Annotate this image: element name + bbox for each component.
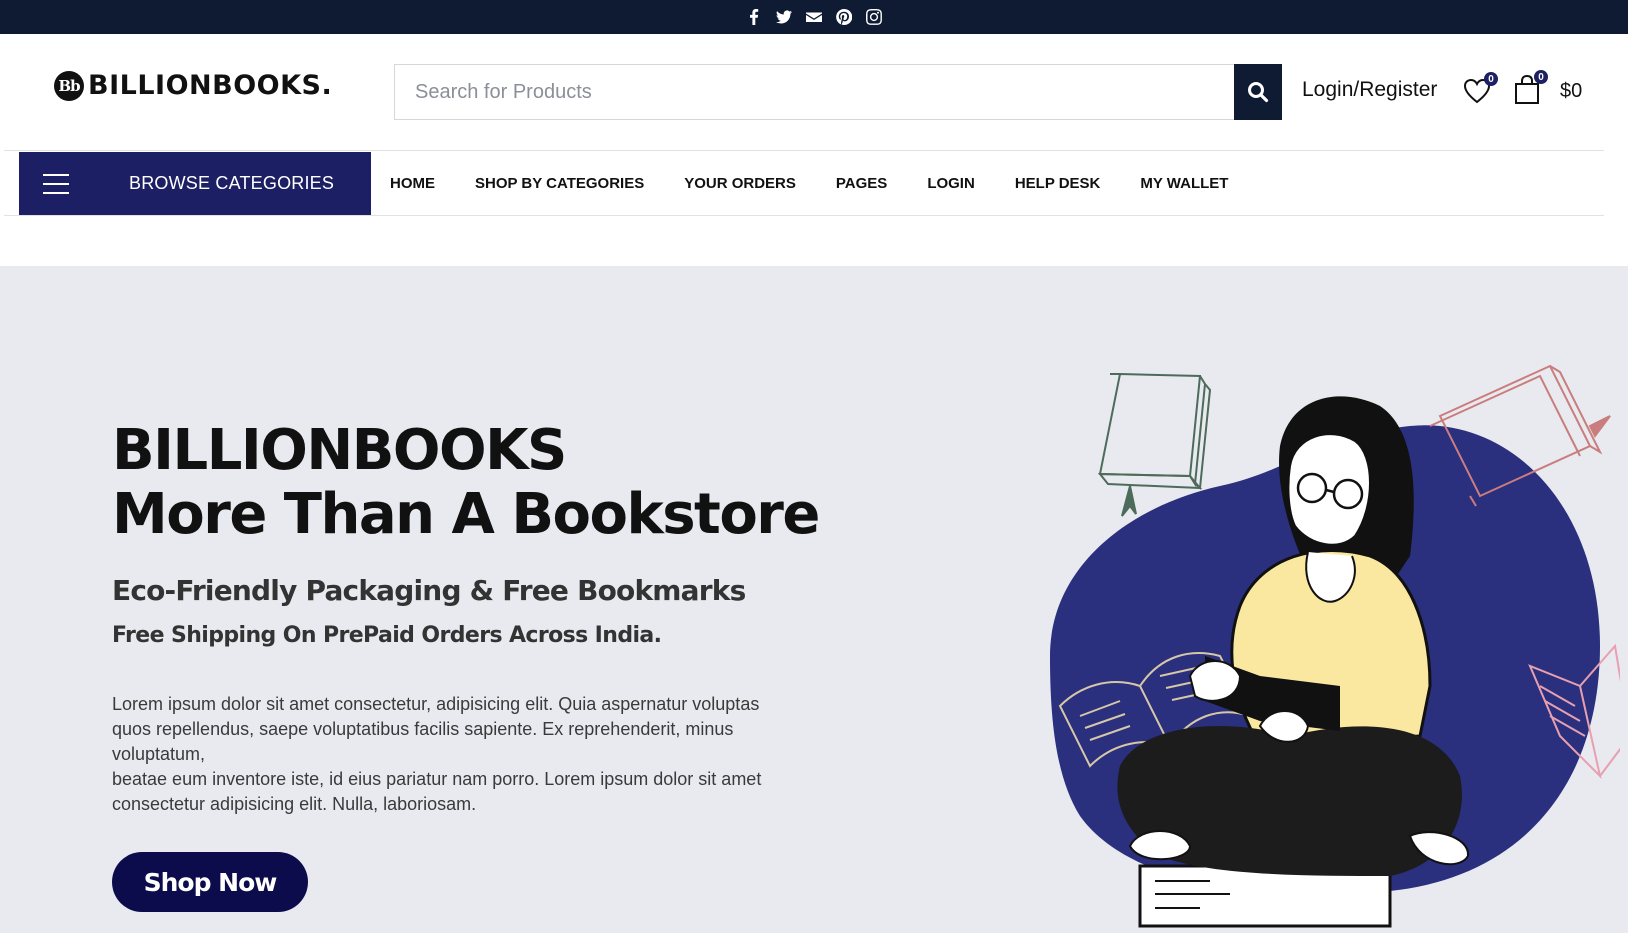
nav-shop-by-categories[interactable]: SHOP BY CATEGORIES	[475, 175, 644, 192]
nav-menu: HOME SHOP BY CATEGORIES YOUR ORDERS PAGE…	[390, 151, 1268, 215]
search-bar	[394, 64, 1282, 120]
hero-description: Lorem ipsum dolor sit amet consectetur, …	[112, 692, 802, 817]
menu-icon	[43, 173, 69, 194]
hero-subtitle: Eco-Friendly Packaging & Free Bookmarks	[112, 574, 746, 607]
hero-title: BILLIONBOOKS More Than A Bookstore	[112, 418, 820, 547]
hero-title-line1: BILLIONBOOKS	[112, 418, 567, 483]
wishlist-count-badge: 0	[1484, 72, 1498, 86]
nav-login[interactable]: LOGIN	[927, 175, 975, 192]
hero-description-line2: beatae eum inventore iste, id eius paria…	[112, 769, 762, 814]
search-input[interactable]	[394, 64, 1234, 120]
logo-mark: Bb	[54, 70, 84, 101]
hero-shipping-note: Free Shipping On PrePaid Orders Across I…	[112, 623, 662, 648]
site-header: Bb BILLIONBOOKS. Login/Register 0 0 $0	[0, 34, 1628, 150]
hero-description-line1: Lorem ipsum dolor sit amet consectetur, …	[112, 694, 760, 764]
email-icon[interactable]	[805, 8, 823, 26]
shop-now-button[interactable]: Shop Now	[112, 852, 308, 912]
cart-button[interactable]: 0	[1512, 70, 1548, 106]
cart-count-badge: 0	[1534, 70, 1548, 84]
nav-my-wallet[interactable]: MY WALLET	[1140, 175, 1228, 192]
browse-categories-button[interactable]: BROWSE CATEGORIES	[19, 152, 371, 215]
twitter-icon[interactable]	[775, 8, 793, 26]
face-shape	[1287, 433, 1371, 546]
instagram-icon[interactable]	[865, 8, 883, 26]
facebook-icon[interactable]	[745, 8, 763, 26]
nav-your-orders[interactable]: YOUR ORDERS	[684, 175, 796, 192]
search-icon	[1248, 82, 1269, 103]
nav-home[interactable]: HOME	[390, 175, 435, 192]
left-hand	[1188, 660, 1242, 702]
search-button[interactable]	[1234, 64, 1282, 120]
reading-girl-illustration	[1050, 364, 1620, 928]
site-logo[interactable]: Bb BILLIONBOOKS.	[54, 70, 332, 101]
pinterest-icon[interactable]	[835, 8, 853, 26]
hero-banner: BILLIONBOOKS More Than A Bookstore Eco-F…	[0, 266, 1628, 933]
hero-title-line2: More Than A Bookstore	[112, 482, 820, 547]
cart-total: $0	[1560, 80, 1583, 102]
browse-categories-label: BROWSE CATEGORIES	[129, 173, 335, 193]
logo-text: BILLIONBOOKS.	[88, 70, 333, 101]
wishlist-button[interactable]: 0	[1462, 72, 1498, 106]
social-topbar	[0, 0, 1628, 34]
nav-help-desk[interactable]: HELP DESK	[1015, 175, 1101, 192]
nav-pages[interactable]: PAGES	[836, 175, 887, 192]
login-register-link[interactable]: Login/Register	[1302, 78, 1437, 102]
main-navigation: BROWSE CATEGORIES HOME SHOP BY CATEGORIE…	[4, 150, 1604, 216]
